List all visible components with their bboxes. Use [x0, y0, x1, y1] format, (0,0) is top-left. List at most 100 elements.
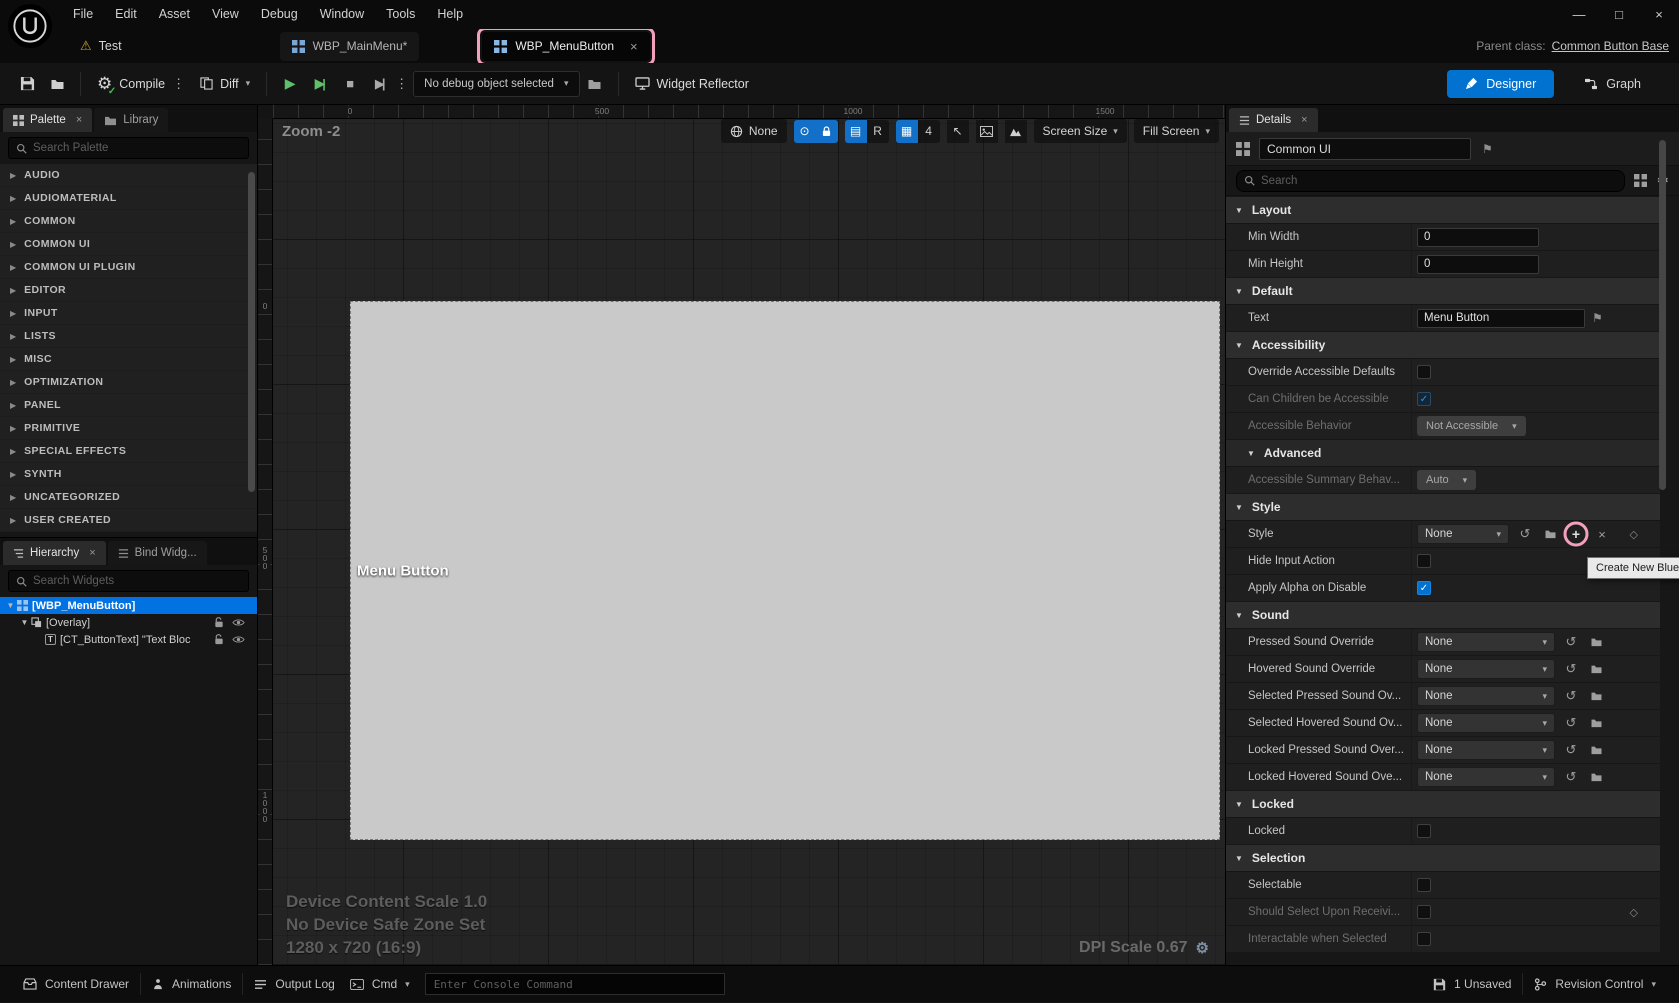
- hierarchy-search[interactable]: [8, 570, 249, 592]
- palette-category-audio[interactable]: ▶ AUDIO: [0, 164, 257, 187]
- palette-category-editor[interactable]: ▶ EDITOR: [0, 279, 257, 302]
- reset-default-diamond-icon[interactable]: ◇: [1630, 906, 1638, 919]
- expand-arrow-icon[interactable]: ▶: [10, 217, 16, 226]
- section-header-sound[interactable]: ▼ Sound: [1226, 602, 1660, 629]
- compile-button[interactable]: ⚙ ✓ Compile ⋮: [89, 70, 192, 98]
- palette-category-audiomaterial[interactable]: ▶ AUDIOMATERIAL: [0, 187, 257, 210]
- interactable-when-selected-checkbox[interactable]: [1417, 932, 1431, 946]
- use-selected-asset-icon[interactable]: ↺: [1562, 714, 1580, 732]
- anchor-icon[interactable]: ⊙: [793, 119, 816, 143]
- test-asset-indicator[interactable]: ⚠ Test: [80, 38, 122, 54]
- expand-arrow-icon[interactable]: ▶: [10, 401, 16, 410]
- play-button[interactable]: ▶: [275, 70, 305, 98]
- bind-flag-icon[interactable]: ⚑: [1592, 311, 1603, 325]
- locked-checkbox[interactable]: [1417, 824, 1431, 838]
- expand-arrow-icon[interactable]: ▶: [10, 309, 16, 318]
- use-selected-asset-icon[interactable]: ↺: [1516, 525, 1534, 543]
- compile-options-icon[interactable]: ⋮: [172, 76, 185, 92]
- use-selected-asset-icon[interactable]: ↺: [1562, 633, 1580, 651]
- graph-mode-button[interactable]: Graph: [1572, 70, 1653, 98]
- widget-design-area[interactable]: Menu Button: [350, 301, 1220, 840]
- diff-button[interactable]: Diff ▾: [192, 70, 258, 98]
- locked-hovered-sound-ove-dropdown[interactable]: None ▾: [1417, 767, 1555, 787]
- palette-category-synth[interactable]: ▶ SYNTH: [0, 463, 257, 486]
- browse-asset-icon[interactable]: [1587, 633, 1605, 651]
- palette-category-misc[interactable]: ▶ MISC: [0, 348, 257, 371]
- browse-asset-icon[interactable]: [1587, 660, 1605, 678]
- menu-asset[interactable]: Asset: [148, 0, 201, 29]
- hierarchy-item-wbp-menubutton[interactable]: ▼ [WBP_MenuButton]: [0, 597, 257, 614]
- hierarchy-item-ct-buttontext-text-bloc[interactable]: T [CT_ButtonText] "Text Bloc: [0, 631, 257, 648]
- eye-icon[interactable]: [232, 635, 245, 644]
- expand-arrow-icon[interactable]: ▶: [10, 355, 16, 364]
- tab-bind-widgets[interactable]: Bind Widg...: [107, 541, 207, 565]
- advance-button[interactable]: ▶ |: [365, 70, 395, 98]
- expand-arrow-icon[interactable]: ▶: [10, 171, 16, 180]
- preview-image-icon[interactable]: [975, 119, 998, 143]
- content-drawer-button[interactable]: Content Drawer: [12, 966, 140, 1003]
- section-header-style[interactable]: ▼ Style: [1226, 494, 1660, 521]
- unreal-engine-logo-icon[interactable]: [8, 4, 52, 48]
- cmd-select[interactable]: Cmd ▾: [346, 966, 421, 1003]
- tab-palette[interactable]: Palette ×: [3, 108, 93, 132]
- hierarchy-item-overlay[interactable]: ▼ [Overlay]: [0, 614, 257, 631]
- should-select-upon-receivi-checkbox[interactable]: [1417, 905, 1431, 919]
- section-header-locked[interactable]: ▼ Locked: [1226, 791, 1660, 818]
- close-tab-icon[interactable]: ×: [76, 114, 82, 126]
- lock-icon[interactable]: [815, 119, 838, 143]
- rotation-snap-label[interactable]: R: [866, 119, 889, 143]
- use-selected-asset-icon[interactable]: ↺: [1562, 660, 1580, 678]
- pressed-sound-override-dropdown[interactable]: None ▾: [1417, 632, 1555, 652]
- expand-arrow-icon[interactable]: ▶: [10, 378, 16, 387]
- palette-search-input[interactable]: [33, 142, 241, 154]
- selected-hovered-sound-ov-dropdown[interactable]: None ▾: [1417, 713, 1555, 733]
- expand-arrow-icon[interactable]: ▶: [10, 286, 16, 295]
- save-button[interactable]: [12, 70, 42, 98]
- browse-debug-object-button[interactable]: [580, 70, 610, 98]
- display-filter-icon[interactable]: [1634, 174, 1648, 187]
- object-name-input[interactable]: [1259, 137, 1471, 160]
- expand-arrow-icon[interactable]: ▶: [10, 194, 16, 203]
- browse-asset-icon[interactable]: [1587, 687, 1605, 705]
- bind-flag-icon[interactable]: ⚑: [1482, 142, 1493, 156]
- menu-file[interactable]: File: [62, 0, 104, 29]
- expand-arrow-icon[interactable]: ▶: [10, 447, 16, 456]
- section-header-advanced[interactable]: ▼ Advanced: [1226, 440, 1660, 467]
- selected-pressed-sound-ov-dropdown[interactable]: None ▾: [1417, 686, 1555, 706]
- expand-arrow-icon[interactable]: ▶: [10, 493, 16, 502]
- palette-category-common[interactable]: ▶ COMMON: [0, 210, 257, 233]
- palette-category-common-ui-plugin[interactable]: ▶ COMMON UI PLUGIN: [0, 256, 257, 279]
- fill-screen-select[interactable]: Fill Screen ▾: [1133, 119, 1219, 143]
- palette-category-common-ui[interactable]: ▶ COMMON UI: [0, 233, 257, 256]
- palette-category-input[interactable]: ▶ INPUT: [0, 302, 257, 325]
- palette-scrollbar[interactable]: [248, 172, 255, 492]
- stop-button[interactable]: ■: [335, 70, 365, 98]
- palette-category-special-effects[interactable]: ▶ SPECIAL EFFECTS: [0, 440, 257, 463]
- maximize-icon[interactable]: □: [1599, 0, 1639, 29]
- close-tab-icon[interactable]: ×: [89, 547, 95, 559]
- console-command-input[interactable]: [424, 973, 725, 995]
- cursor-tool-icon[interactable]: ↖: [946, 119, 969, 143]
- locked-pressed-sound-over-dropdown[interactable]: None ▾: [1417, 740, 1555, 760]
- menu-window[interactable]: Window: [309, 0, 375, 29]
- hide-input-action-checkbox[interactable]: [1417, 554, 1431, 568]
- grid-icon[interactable]: ▦: [895, 119, 918, 143]
- use-selected-asset-icon[interactable]: ↺: [1562, 687, 1580, 705]
- min-height-input[interactable]: 0: [1417, 254, 1539, 274]
- designer-mode-button[interactable]: Designer: [1447, 69, 1555, 98]
- accessible-behavior-dropdown[interactable]: Not Accessible ▾: [1417, 416, 1526, 436]
- hierarchy-search-input[interactable]: [33, 575, 241, 587]
- lock-open-icon[interactable]: [214, 617, 224, 628]
- expand-arrow-icon[interactable]: ▶: [10, 263, 16, 272]
- can-children-be-accessible-checkbox[interactable]: ✓: [1417, 392, 1431, 406]
- use-selected-asset-icon[interactable]: ↺: [1562, 741, 1580, 759]
- hovered-sound-override-dropdown[interactable]: None ▾: [1417, 659, 1555, 679]
- preview-landscape-icon[interactable]: [1004, 119, 1027, 143]
- palette-category-lists[interactable]: ▶ LISTS: [0, 325, 257, 348]
- expand-arrow-icon[interactable]: ▶: [10, 516, 16, 525]
- palette-search[interactable]: [8, 137, 249, 159]
- expand-arrow-icon[interactable]: ▶: [10, 332, 16, 341]
- menu-view[interactable]: View: [201, 0, 250, 29]
- tab-details[interactable]: Details ×: [1229, 108, 1318, 132]
- expand-arrow-icon[interactable]: ▶: [10, 240, 16, 249]
